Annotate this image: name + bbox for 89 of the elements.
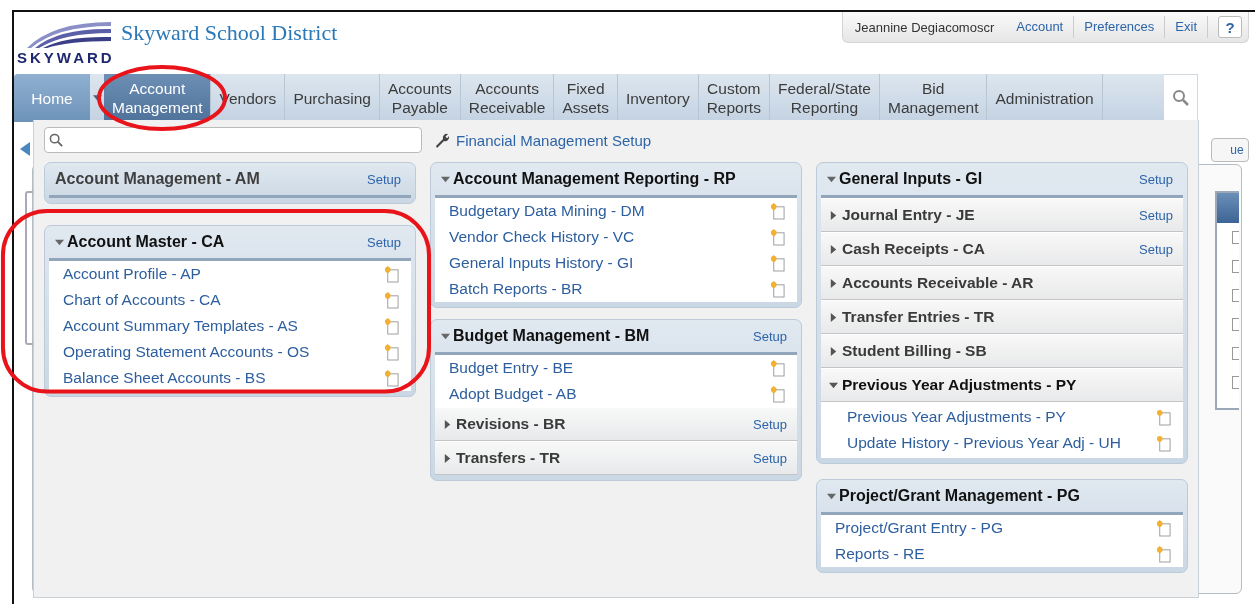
menu-link[interactable]: Budgetary Data Mining - DM bbox=[449, 202, 645, 220]
subsection-row[interactable]: Transfer Entries - TR bbox=[821, 300, 1183, 334]
subsection-row[interactable]: Previous Year Adjustments - PY bbox=[821, 368, 1183, 402]
subsection-title[interactable]: Transfers - TR bbox=[443, 449, 561, 467]
wrench-icon bbox=[434, 132, 450, 148]
search-field[interactable] bbox=[44, 127, 422, 153]
caret-icon[interactable] bbox=[829, 346, 838, 356]
subsection-row[interactable]: Journal Entry - JE Setup bbox=[821, 198, 1183, 232]
page-icon[interactable] bbox=[1156, 434, 1171, 452]
menu-link[interactable]: Batch Reports - BR bbox=[449, 280, 583, 298]
subsection-row[interactable]: Cash Receipts - CA Setup bbox=[821, 232, 1183, 266]
page-icon[interactable] bbox=[1156, 545, 1171, 563]
menu-link[interactable]: Account Profile - AP bbox=[63, 265, 201, 283]
setup-link[interactable]: Setup bbox=[1139, 207, 1173, 223]
caret-icon[interactable] bbox=[441, 331, 450, 341]
page-icon[interactable] bbox=[770, 359, 785, 377]
subsection-title[interactable]: Revisions - BR bbox=[443, 415, 566, 433]
setup-link[interactable]: Setup bbox=[1139, 241, 1173, 257]
menu-link[interactable]: General Inputs History - GI bbox=[449, 254, 634, 272]
setup-link[interactable]: Setup bbox=[753, 450, 787, 466]
subsection-row[interactable]: Accounts Receivable - AR bbox=[821, 266, 1183, 300]
subsection-title[interactable]: Accounts Receivable - AR bbox=[829, 274, 1034, 292]
page-icon[interactable] bbox=[384, 265, 399, 283]
page-icon[interactable] bbox=[1156, 519, 1171, 537]
menu-link[interactable]: Chart of Accounts - CA bbox=[63, 291, 221, 309]
search-icon bbox=[49, 132, 64, 148]
caret-icon[interactable] bbox=[827, 174, 836, 184]
setup-link[interactable]: Setup bbox=[367, 171, 401, 187]
menu-link[interactable]: Balance Sheet Accounts - BS bbox=[63, 369, 266, 387]
menu-link[interactable]: Account Summary Templates - AS bbox=[63, 317, 298, 335]
setup-link[interactable]: Setup bbox=[367, 234, 401, 250]
menu-link[interactable]: Operating Statement Accounts - OS bbox=[63, 343, 310, 361]
subsection-row[interactable]: Revisions - BR Setup bbox=[435, 407, 797, 441]
search-button[interactable] bbox=[1164, 74, 1198, 122]
caret-icon[interactable] bbox=[829, 312, 838, 322]
caret-icon[interactable] bbox=[829, 278, 838, 288]
menu-link[interactable]: Adopt Budget - AB bbox=[449, 385, 577, 403]
caret-icon[interactable] bbox=[829, 210, 838, 220]
section-title[interactable]: Account Management Reporting - RP bbox=[441, 170, 736, 188]
page-icon[interactable] bbox=[384, 317, 399, 335]
user-name: Jeannine Degiacomoscr bbox=[854, 19, 995, 35]
subsection-row[interactable]: Transfers - TR Setup bbox=[435, 441, 797, 475]
setup-link[interactable]: Setup bbox=[753, 328, 787, 344]
section-title[interactable]: General Inputs - GI bbox=[827, 170, 983, 188]
subsection-title[interactable]: Student Billing - SB bbox=[829, 342, 987, 360]
page-icon[interactable] bbox=[384, 343, 399, 361]
search-icon bbox=[1171, 89, 1190, 107]
page-icon[interactable] bbox=[1156, 408, 1171, 426]
header-link[interactable]: Account bbox=[1006, 16, 1075, 38]
left-arrow-icon[interactable] bbox=[20, 142, 30, 156]
setup-link[interactable]: Setup bbox=[1139, 171, 1173, 187]
page-icon[interactable] bbox=[770, 280, 785, 298]
page-icon[interactable] bbox=[770, 202, 785, 220]
menu-link[interactable]: Previous Year Adjustments - PY bbox=[847, 408, 1066, 426]
site-title: Skyward School District bbox=[121, 20, 338, 46]
caret-icon[interactable] bbox=[441, 174, 450, 184]
menu-link[interactable]: Project/Grant Entry - PG bbox=[835, 519, 1003, 537]
header-link[interactable]: Preferences bbox=[1074, 16, 1166, 38]
subsection-title[interactable]: Transfer Entries - TR bbox=[829, 308, 995, 326]
caret-icon[interactable] bbox=[829, 380, 838, 390]
page-icon[interactable] bbox=[770, 228, 785, 246]
subsection-row[interactable]: Student Billing - SB bbox=[821, 334, 1183, 368]
setup-link[interactable]: Setup bbox=[753, 416, 787, 432]
caret-icon[interactable] bbox=[443, 453, 452, 463]
caret-icon[interactable] bbox=[443, 419, 452, 429]
menu-link[interactable]: Vendor Check History - VC bbox=[449, 228, 635, 246]
menu-link[interactable]: Update History - Previous Year Adj - UH bbox=[847, 434, 1121, 452]
section-title[interactable]: Project/Grant Management - PG bbox=[827, 487, 1080, 505]
logo-text: SKYWARD bbox=[17, 50, 115, 66]
setup-link[interactable]: Financial Management Setup bbox=[434, 131, 652, 149]
help-button[interactable]: ? bbox=[1218, 16, 1242, 38]
queue-button[interactable]: ue bbox=[1211, 138, 1249, 162]
caret-icon[interactable] bbox=[827, 491, 836, 501]
subsection-title[interactable]: Cash Receipts - CA bbox=[829, 240, 985, 258]
header-link[interactable]: Exit bbox=[1165, 16, 1208, 38]
menu-link[interactable]: Budget Entry - BE bbox=[449, 359, 574, 377]
page-icon[interactable] bbox=[770, 385, 785, 403]
page-icon[interactable] bbox=[384, 291, 399, 309]
section-title[interactable]: Budget Management - BM bbox=[441, 327, 650, 345]
menu-link[interactable]: Reports - RE bbox=[835, 545, 925, 563]
page-icon[interactable] bbox=[770, 254, 785, 272]
caret-icon[interactable] bbox=[55, 237, 64, 247]
subsection-title[interactable]: Journal Entry - JE bbox=[829, 206, 975, 224]
subsection-title[interactable]: Previous Year Adjustments - PY bbox=[829, 376, 1077, 394]
nav-tab[interactable]: Account Management bbox=[104, 74, 212, 122]
caret-icon[interactable] bbox=[829, 244, 838, 254]
section-title[interactable]: Account Management - AM bbox=[55, 170, 260, 188]
section-title[interactable]: Account Master - CA bbox=[55, 233, 225, 251]
page-icon[interactable] bbox=[384, 369, 399, 387]
